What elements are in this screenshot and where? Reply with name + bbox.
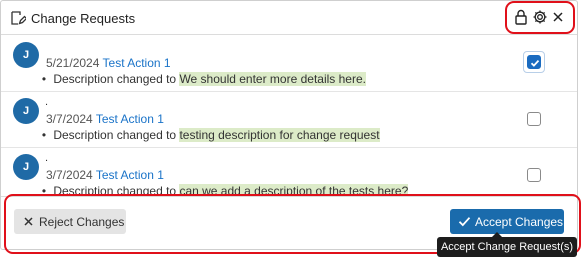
avatar: J (13, 42, 39, 68)
item-action-link[interactable]: Test Action 1 (103, 56, 171, 70)
accept-tooltip: Accept Change Request(s) (437, 237, 577, 257)
panel-header: Change Requests (1, 1, 577, 35)
item-action-link[interactable]: Test Action 1 (96, 168, 164, 182)
change-request-list: J 5/21/2024 Test Action 1 • Description … (1, 36, 577, 196)
item-action-link[interactable]: Test Action 1 (96, 112, 164, 126)
edit-note-icon (10, 10, 28, 26)
accept-checkbox[interactable] (527, 168, 541, 182)
description-value: testing description for change request (179, 128, 380, 142)
list-item: J 5/21/2024 Test Action 1 • Description … (1, 36, 577, 92)
dot-marker: . (45, 96, 49, 108)
item-date: 3/7/2024 (46, 168, 93, 182)
description-value: We should enter more details here. (179, 72, 366, 86)
item-description: • Description changed to testing descrip… (38, 128, 380, 142)
item-date: 5/21/2024 (46, 56, 100, 70)
accept-checkbox[interactable] (527, 112, 541, 126)
annotation-highlight-header (505, 1, 575, 34)
dot-marker: . (45, 152, 49, 164)
bullet-icon: • (41, 72, 47, 86)
list-item: J . 3/7/2024 Test Action 1 • Description… (1, 92, 577, 148)
list-item: J . 3/7/2024 Test Action 1 • Description… (1, 148, 577, 196)
avatar: J (13, 154, 39, 180)
item-meta: 5/21/2024 Test Action 1 (46, 56, 171, 70)
avatar: J (13, 98, 39, 124)
accept-checkbox[interactable] (527, 55, 541, 69)
description-prefix: Description changed to (53, 72, 177, 86)
item-date: 3/7/2024 (46, 112, 93, 126)
item-meta: 3/7/2024 Test Action 1 (46, 168, 164, 182)
item-description: • Description changed to We should enter… (38, 72, 366, 86)
item-meta: 3/7/2024 Test Action 1 (46, 112, 164, 126)
bullet-icon: • (41, 128, 47, 142)
description-prefix: Description changed to (53, 128, 177, 142)
panel-title: Change Requests (31, 11, 136, 26)
